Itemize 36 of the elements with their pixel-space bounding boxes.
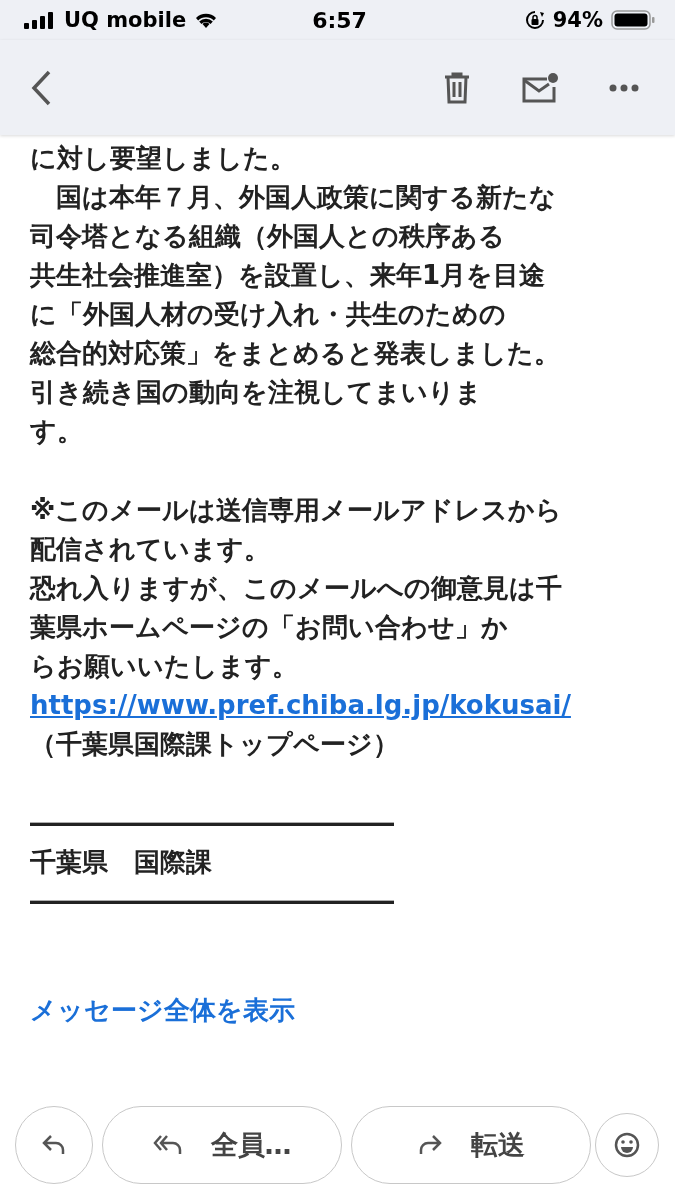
battery-percent: 94% xyxy=(552,8,603,32)
trash-icon[interactable] xyxy=(443,71,471,104)
message-text: に「外国人材の受け入れ・共生のための xyxy=(30,298,506,331)
message-text: す。 xyxy=(30,415,83,448)
message-text: ※このメールは送信専用メールアドレスから xyxy=(30,494,563,527)
message-text: 司令塔となる組織（外国人との秩序ある xyxy=(30,220,505,253)
carrier-name: UQ mobile xyxy=(64,8,187,32)
message-text: 千葉県 国際課 xyxy=(30,846,212,879)
forward-button[interactable]: 転送 xyxy=(351,1106,591,1184)
message-text: 総合的対応策」をまとめると発表しました。 xyxy=(30,337,560,370)
reply-all-icon xyxy=(152,1134,183,1156)
message-text: （千葉県国際課トップページ） xyxy=(30,728,399,761)
wifi-icon xyxy=(194,11,219,29)
forward-icon xyxy=(417,1134,443,1156)
url-link[interactable]: https://www.pref.chiba.lg.jp/kokusai/ xyxy=(30,686,571,725)
mail-unread-icon[interactable] xyxy=(521,71,559,104)
message-text: 恐れ入りますが、このメールへの御意見は千 xyxy=(30,572,562,605)
message-text: 引き続き国の動向を注視してまいりま xyxy=(30,376,482,409)
message-text: 配信されています。 xyxy=(30,533,270,566)
message-text: に対し要望しました。 xyxy=(30,142,296,175)
emoji-icon xyxy=(614,1132,640,1158)
message-text: 国は本年７月、外国人政策に関する新たな xyxy=(55,181,556,214)
reply-all-button[interactable]: 全員… xyxy=(102,1106,342,1184)
show-full-message-link[interactable]: メッセージ全体を表示 xyxy=(30,991,295,1030)
message-text: ―――――――――――――― xyxy=(30,807,394,840)
back-icon[interactable] xyxy=(30,69,52,106)
message-text: らお願いいたします。 xyxy=(30,650,298,683)
signal-icon xyxy=(24,11,56,29)
message-text: ―――――――――――――― xyxy=(30,885,394,918)
battery-icon xyxy=(611,10,655,30)
reply-icon xyxy=(41,1134,67,1156)
clock-time: 6:57 xyxy=(312,7,367,33)
more-icon[interactable] xyxy=(609,83,639,92)
message-text: 共生社会推進室）を設置し、来年1月を目途 xyxy=(30,259,546,292)
message-text: 葉県ホームページの「お問い合わせ」か xyxy=(30,611,508,644)
rotation-lock-icon xyxy=(524,10,545,30)
